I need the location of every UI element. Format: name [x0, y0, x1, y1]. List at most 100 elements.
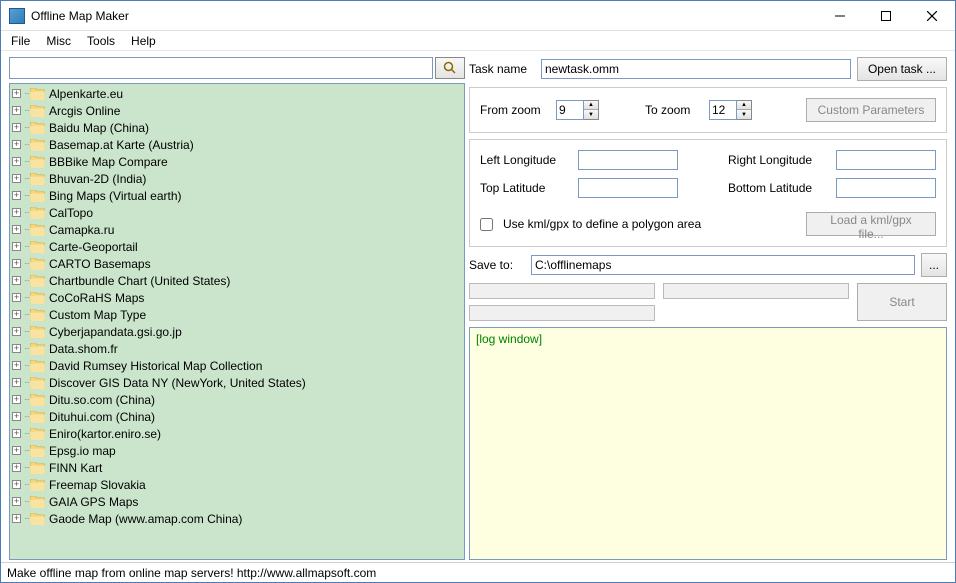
tree-item[interactable]: +···Data.shom.fr	[10, 340, 464, 357]
tree-item[interactable]: +···Carte-Geoportail	[10, 238, 464, 255]
expand-icon[interactable]: +	[12, 361, 21, 370]
task-name-input[interactable]	[541, 59, 851, 79]
expand-icon[interactable]: +	[12, 174, 21, 183]
minimize-button[interactable]	[817, 1, 863, 31]
tree-item[interactable]: +···Basemap.at Karte (Austria)	[10, 136, 464, 153]
folder-icon	[30, 156, 45, 168]
expand-icon[interactable]: +	[12, 344, 21, 353]
close-button[interactable]	[909, 1, 955, 31]
tree-item[interactable]: +···BBBike Map Compare	[10, 153, 464, 170]
maximize-button[interactable]	[863, 1, 909, 31]
expand-icon[interactable]: +	[12, 395, 21, 404]
tree-item[interactable]: +···FINN Kart	[10, 459, 464, 476]
tree-item[interactable]: +···Epsg.io map	[10, 442, 464, 459]
right-longitude-input[interactable]	[836, 150, 936, 170]
window-title: Offline Map Maker	[31, 9, 817, 23]
spin-up-icon[interactable]: ▲	[737, 101, 751, 110]
expand-icon[interactable]: +	[12, 242, 21, 251]
expand-icon[interactable]: +	[12, 276, 21, 285]
tree-item-label: Data.shom.fr	[49, 342, 118, 356]
expand-icon[interactable]: +	[12, 123, 21, 132]
custom-parameters-button[interactable]: Custom Parameters	[806, 98, 936, 122]
expand-icon[interactable]: +	[12, 327, 21, 336]
tree-item[interactable]: +···Bing Maps (Virtual earth)	[10, 187, 464, 204]
save-to-input[interactable]	[531, 255, 915, 275]
log-window[interactable]: [log window]	[469, 327, 947, 560]
load-kml-button[interactable]: Load a kml/gpx file...	[806, 212, 936, 236]
top-latitude-input[interactable]	[578, 178, 678, 198]
left-longitude-input[interactable]	[578, 150, 678, 170]
folder-icon	[30, 479, 45, 491]
open-task-button[interactable]: Open task ...	[857, 57, 947, 81]
menubar: File Misc Tools Help	[1, 31, 955, 51]
tree-item[interactable]: +···Custom Map Type	[10, 306, 464, 323]
search-input[interactable]	[9, 57, 433, 79]
spin-up-icon[interactable]: ▲	[584, 101, 598, 110]
app-icon	[9, 8, 25, 24]
tree-item[interactable]: +···CoCoRaHS Maps	[10, 289, 464, 306]
statusbar: Make offline map from online map servers…	[1, 562, 955, 582]
expand-icon[interactable]: +	[12, 412, 21, 421]
search-button[interactable]	[435, 57, 465, 79]
progress-bar-2	[469, 305, 655, 321]
expand-icon[interactable]: +	[12, 225, 21, 234]
tree-item[interactable]: +···Bhuvan-2D (India)	[10, 170, 464, 187]
to-zoom-label: To zoom	[645, 103, 703, 117]
tree-item-label: Camapka.ru	[49, 223, 114, 237]
tree-item[interactable]: +···Gaode Map (www.amap.com China)	[10, 510, 464, 527]
tree-item[interactable]: +···Alpenkarte.eu	[10, 85, 464, 102]
expand-icon[interactable]: +	[12, 463, 21, 472]
to-zoom-input[interactable]	[709, 100, 737, 120]
expand-icon[interactable]: +	[12, 140, 21, 149]
expand-icon[interactable]: +	[12, 310, 21, 319]
titlebar: Offline Map Maker	[1, 1, 955, 31]
tree-item-label: Cyberjapandata.gsi.go.jp	[49, 325, 182, 339]
expand-icon[interactable]: +	[12, 89, 21, 98]
expand-icon[interactable]: +	[12, 259, 21, 268]
use-kml-checkbox[interactable]	[480, 218, 493, 231]
menu-file[interactable]: File	[3, 32, 38, 50]
expand-icon[interactable]: +	[12, 293, 21, 302]
tree-item[interactable]: +···Arcgis Online	[10, 102, 464, 119]
start-button[interactable]: Start	[857, 283, 947, 321]
map-source-tree[interactable]: +···Alpenkarte.eu+···Arcgis Online+···Ba…	[9, 83, 465, 560]
from-zoom-input[interactable]	[556, 100, 584, 120]
from-zoom-spinner[interactable]: ▲▼	[556, 100, 599, 120]
folder-icon	[30, 360, 45, 372]
folder-icon	[30, 411, 45, 423]
tree-item[interactable]: +···Chartbundle Chart (United States)	[10, 272, 464, 289]
expand-icon[interactable]: +	[12, 480, 21, 489]
log-text: [log window]	[476, 332, 542, 346]
tree-item[interactable]: +···GAIA GPS Maps	[10, 493, 464, 510]
tree-item[interactable]: +···Camapka.ru	[10, 221, 464, 238]
menu-tools[interactable]: Tools	[79, 32, 123, 50]
tree-item[interactable]: +···CARTO Basemaps	[10, 255, 464, 272]
menu-help[interactable]: Help	[123, 32, 164, 50]
folder-icon	[30, 428, 45, 440]
spin-down-icon[interactable]: ▼	[737, 110, 751, 119]
expand-icon[interactable]: +	[12, 497, 21, 506]
tree-item[interactable]: +···David Rumsey Historical Map Collecti…	[10, 357, 464, 374]
expand-icon[interactable]: +	[12, 191, 21, 200]
tree-item[interactable]: +···Dituhui.com (China)	[10, 408, 464, 425]
expand-icon[interactable]: +	[12, 378, 21, 387]
bottom-latitude-input[interactable]	[836, 178, 936, 198]
tree-item[interactable]: +···Eniro(kartor.eniro.se)	[10, 425, 464, 442]
tree-item[interactable]: +···CalTopo	[10, 204, 464, 221]
expand-icon[interactable]: +	[12, 446, 21, 455]
browse-button[interactable]: ...	[921, 253, 947, 277]
to-zoom-spinner[interactable]: ▲▼	[709, 100, 752, 120]
tree-item-label: Alpenkarte.eu	[49, 87, 123, 101]
tree-item[interactable]: +···Cyberjapandata.gsi.go.jp	[10, 323, 464, 340]
tree-item[interactable]: +···Baidu Map (China)	[10, 119, 464, 136]
tree-item[interactable]: +···Discover GIS Data NY (NewYork, Unite…	[10, 374, 464, 391]
expand-icon[interactable]: +	[12, 208, 21, 217]
expand-icon[interactable]: +	[12, 429, 21, 438]
tree-item[interactable]: +···Ditu.so.com (China)	[10, 391, 464, 408]
expand-icon[interactable]: +	[12, 106, 21, 115]
menu-misc[interactable]: Misc	[38, 32, 79, 50]
tree-item[interactable]: +···Freemap Slovakia	[10, 476, 464, 493]
expand-icon[interactable]: +	[12, 157, 21, 166]
expand-icon[interactable]: +	[12, 514, 21, 523]
spin-down-icon[interactable]: ▼	[584, 110, 598, 119]
